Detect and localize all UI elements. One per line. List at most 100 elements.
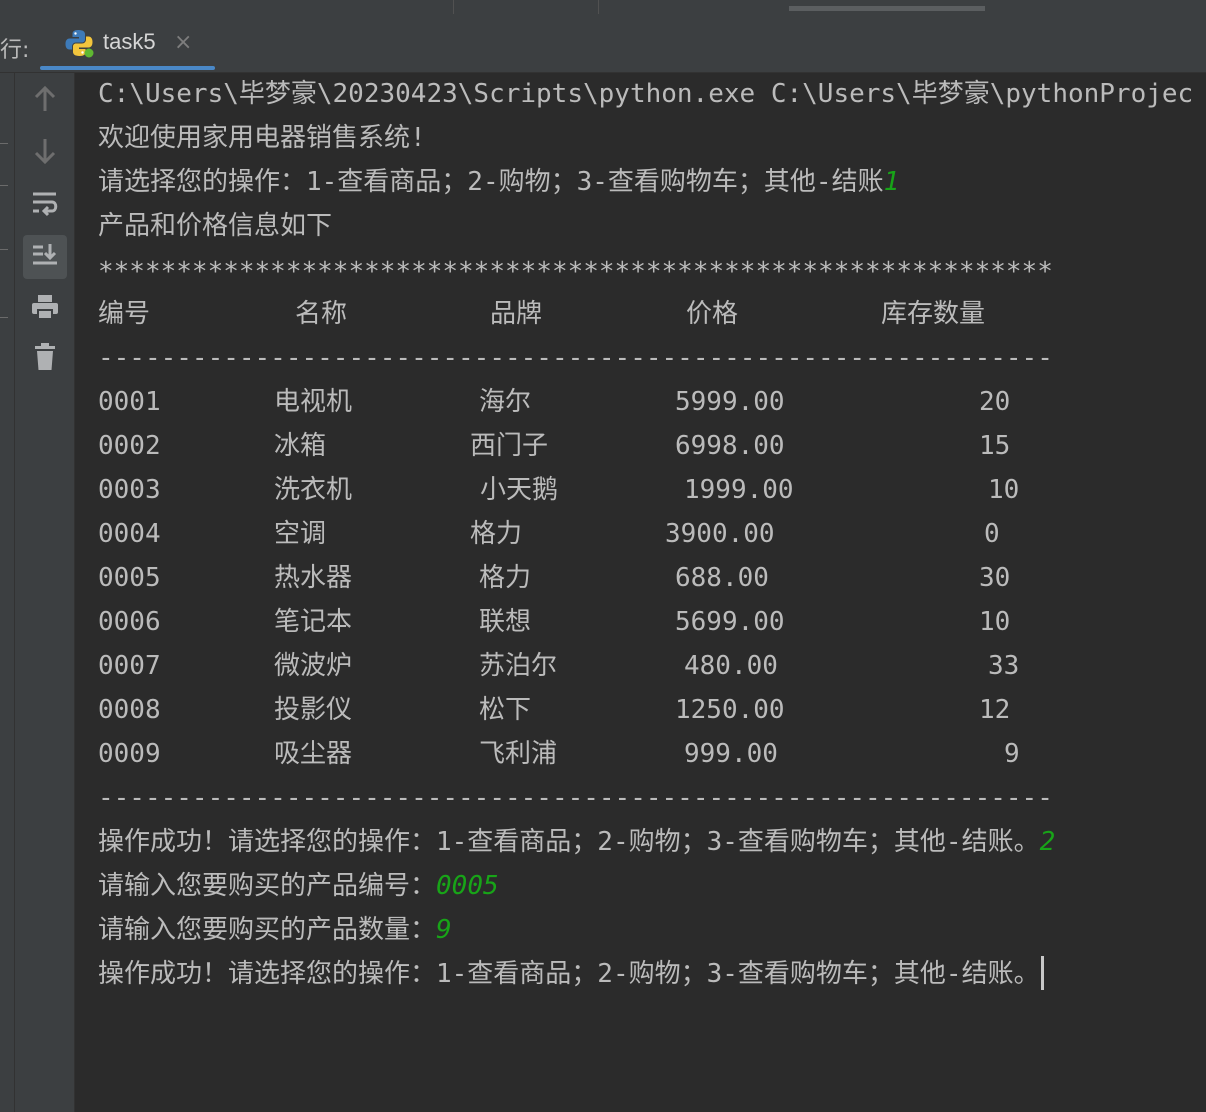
dashes-line: ----------------------------------------… xyxy=(98,783,1053,813)
edge-mark xyxy=(0,185,8,186)
python-icon xyxy=(64,28,94,58)
prompt-text: 请选择您的操作：1-查看商品；2-购物；3-查看购物车；其他-结账 xyxy=(98,167,884,197)
soft-wrap-icon xyxy=(30,189,60,221)
product-brand: 苏泊尔 xyxy=(479,651,558,681)
product-id: 0004 xyxy=(98,519,161,549)
top-strip xyxy=(0,0,1206,19)
user-input: 1 xyxy=(883,167,900,197)
header-stock: 库存数量 xyxy=(881,299,986,329)
console-output[interactable]: C:\Users\毕梦豪\20230423\Scripts\python.exe… xyxy=(75,73,1206,1112)
run-panel-label: 行: xyxy=(0,38,30,63)
user-input: 9 xyxy=(436,915,452,945)
scroll-to-end-icon xyxy=(30,241,60,273)
active-tab-indicator xyxy=(40,66,215,70)
edge-mark xyxy=(0,317,8,318)
product-brand: 飞利浦 xyxy=(479,739,558,769)
product-name: 投影仪 xyxy=(274,695,353,725)
print-button[interactable] xyxy=(23,287,67,331)
product-price: 1250.00 xyxy=(675,695,785,725)
product-stock: 33 xyxy=(988,651,1020,681)
separator xyxy=(453,0,454,14)
stars-line: ****************************************… xyxy=(98,257,1053,287)
arrow-up-icon xyxy=(33,85,57,117)
print-icon xyxy=(30,293,60,325)
clear-all-button[interactable] xyxy=(23,337,67,381)
edge-mark xyxy=(0,249,8,250)
product-id: 0006 xyxy=(98,607,161,637)
product-name: 冰箱 xyxy=(274,431,327,461)
product-name: 热水器 xyxy=(274,563,353,593)
trash-icon xyxy=(33,343,57,375)
product-id: 0008 xyxy=(98,695,161,725)
prompt-line: 操作成功！请选择您的操作：1-查看商品；2-购物；3-查看购物车；其他-结账。 xyxy=(98,959,1040,989)
product-price: 5699.00 xyxy=(675,607,785,637)
prompt-text: 操作成功！请选择您的操作：1-查看商品；2-购物；3-查看购物车；其他-结账。 xyxy=(98,827,1040,857)
input-id-line: 请输入您要购买的产品编号：0005 xyxy=(98,871,499,901)
product-stock: 20 xyxy=(979,387,1011,417)
prompt-line: 操作成功！请选择您的操作：1-查看商品；2-购物；3-查看购物车；其他-结账。2 xyxy=(98,827,1055,857)
product-price: 6998.00 xyxy=(675,431,785,461)
user-input: 2 xyxy=(1039,827,1056,857)
product-stock: 9 xyxy=(1004,739,1020,769)
product-brand: 松下 xyxy=(479,695,532,725)
product-stock: 10 xyxy=(979,607,1011,637)
product-brand: 格力 xyxy=(479,563,532,593)
horizontal-scroll-thumb[interactable] xyxy=(789,6,985,11)
product-brand: 小天鹅 xyxy=(480,475,559,505)
header-price: 价格 xyxy=(686,299,739,329)
left-edge-strip xyxy=(0,73,15,1112)
header-id: 编号 xyxy=(98,299,151,329)
product-stock: 15 xyxy=(979,431,1011,461)
product-brand: 格力 xyxy=(470,519,523,549)
run-tab-bar: 行: task5 × xyxy=(0,18,1206,73)
text-caret xyxy=(1041,956,1044,990)
close-icon[interactable]: × xyxy=(174,30,192,55)
info-line: 产品和价格信息如下 xyxy=(98,211,333,241)
command-line: C:\Users\毕梦豪\20230423\Scripts\python.exe… xyxy=(98,79,1194,109)
tab-task5[interactable]: task5 × xyxy=(40,18,215,72)
product-price: 3900.00 xyxy=(665,519,775,549)
header-name: 名称 xyxy=(295,299,348,329)
product-price: 688.00 xyxy=(675,563,769,593)
prompt-text: 请输入您要购买的产品数量： xyxy=(98,915,437,945)
product-price: 480.00 xyxy=(684,651,778,681)
console-toolbar xyxy=(15,73,75,1112)
up-button[interactable] xyxy=(23,79,67,123)
scroll-to-end-button[interactable] xyxy=(23,235,67,279)
product-brand: 海尔 xyxy=(479,387,532,417)
prompt-text: 请输入您要购买的产品编号： xyxy=(98,871,437,901)
product-name: 电视机 xyxy=(274,387,353,417)
dashes-line: ----------------------------------------… xyxy=(98,343,1053,373)
product-id: 0007 xyxy=(98,651,161,681)
product-name: 微波炉 xyxy=(274,651,353,681)
product-name: 笔记本 xyxy=(274,607,353,637)
product-id: 0005 xyxy=(98,563,161,593)
product-id: 0009 xyxy=(98,739,161,769)
product-stock: 12 xyxy=(979,695,1011,725)
product-id: 0003 xyxy=(98,475,161,505)
product-price: 1999.00 xyxy=(684,475,794,505)
product-name: 洗衣机 xyxy=(274,475,353,505)
down-button[interactable] xyxy=(23,131,67,175)
product-stock: 30 xyxy=(979,563,1011,593)
header-brand: 品牌 xyxy=(490,299,543,329)
edge-mark xyxy=(0,143,8,144)
product-stock: 10 xyxy=(988,475,1020,505)
product-brand: 西门子 xyxy=(470,431,549,461)
prompt-line: 请选择您的操作：1-查看商品；2-购物；3-查看购物车；其他-结账1 xyxy=(98,167,899,197)
product-stock: 0 xyxy=(984,519,1000,549)
product-price: 5999.00 xyxy=(675,387,785,417)
product-name: 吸尘器 xyxy=(274,739,353,769)
product-id: 0002 xyxy=(98,431,161,461)
welcome-line: 欢迎使用家用电器销售系统! xyxy=(98,123,426,153)
product-brand: 联想 xyxy=(479,607,532,637)
soft-wrap-button[interactable] xyxy=(23,183,67,227)
input-qty-line: 请输入您要购买的产品数量：9 xyxy=(98,915,452,945)
arrow-down-icon xyxy=(33,137,57,169)
product-id: 0001 xyxy=(98,387,161,417)
separator xyxy=(598,0,599,14)
product-price: 999.00 xyxy=(684,739,778,769)
tab-title: task5 xyxy=(103,29,156,54)
user-input: 0005 xyxy=(436,871,499,901)
product-name: 空调 xyxy=(274,519,327,549)
